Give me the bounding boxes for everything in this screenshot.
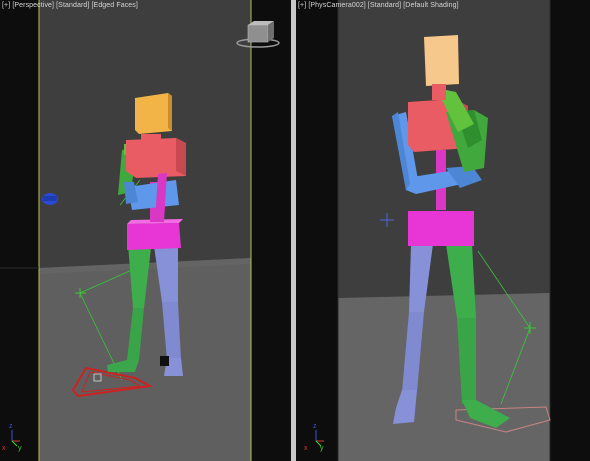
- viewport-label-perspective: [+] [Perspective] [Standard] [Edged Face…: [2, 2, 138, 9]
- floor-plane: [338, 293, 550, 461]
- viewport-menu-plus[interactable]: [+]: [2, 2, 10, 9]
- axis-x-label: x: [304, 445, 308, 452]
- perspective-scene[interactable]: x y z: [0, 0, 291, 461]
- pelvis[interactable]: [408, 211, 474, 246]
- viewport-display-mode[interactable]: [Edged Faces]: [92, 2, 138, 9]
- axis-x-label: x: [2, 445, 6, 452]
- pelvis[interactable]: [127, 219, 183, 250]
- viewport-display-mode[interactable]: [Default Shading]: [403, 2, 458, 9]
- viewport-menu-plus[interactable]: [+]: [298, 2, 306, 9]
- viewport-camera[interactable]: x y z [+] [PhysCamera002] [Standard] [De…: [296, 0, 590, 461]
- viewport-shading-standard[interactable]: [Standard]: [56, 2, 89, 9]
- axis-z-label: z: [9, 423, 13, 430]
- helper-blue[interactable]: [42, 193, 58, 205]
- max-viewport-layout: x y z [+] [Perspective] [Standard] [Edge…: [0, 0, 590, 461]
- viewport-perspective[interactable]: x y z [+] [Perspective] [Standard] [Edge…: [0, 0, 291, 461]
- axis-y-label: y: [18, 445, 22, 452]
- chest[interactable]: [126, 138, 186, 178]
- camera-scene[interactable]: x y z: [296, 0, 590, 461]
- axis-z-label: z: [313, 423, 317, 430]
- viewport-point-of-view[interactable]: [PhysCamera002]: [308, 2, 366, 9]
- viewport-point-of-view[interactable]: [Perspective]: [12, 2, 54, 9]
- axis-y-label: y: [320, 445, 324, 452]
- viewport-shading-standard[interactable]: [Standard]: [368, 2, 401, 9]
- viewport-label-camera: [+] [PhysCamera002] [Standard] [Default …: [298, 2, 459, 9]
